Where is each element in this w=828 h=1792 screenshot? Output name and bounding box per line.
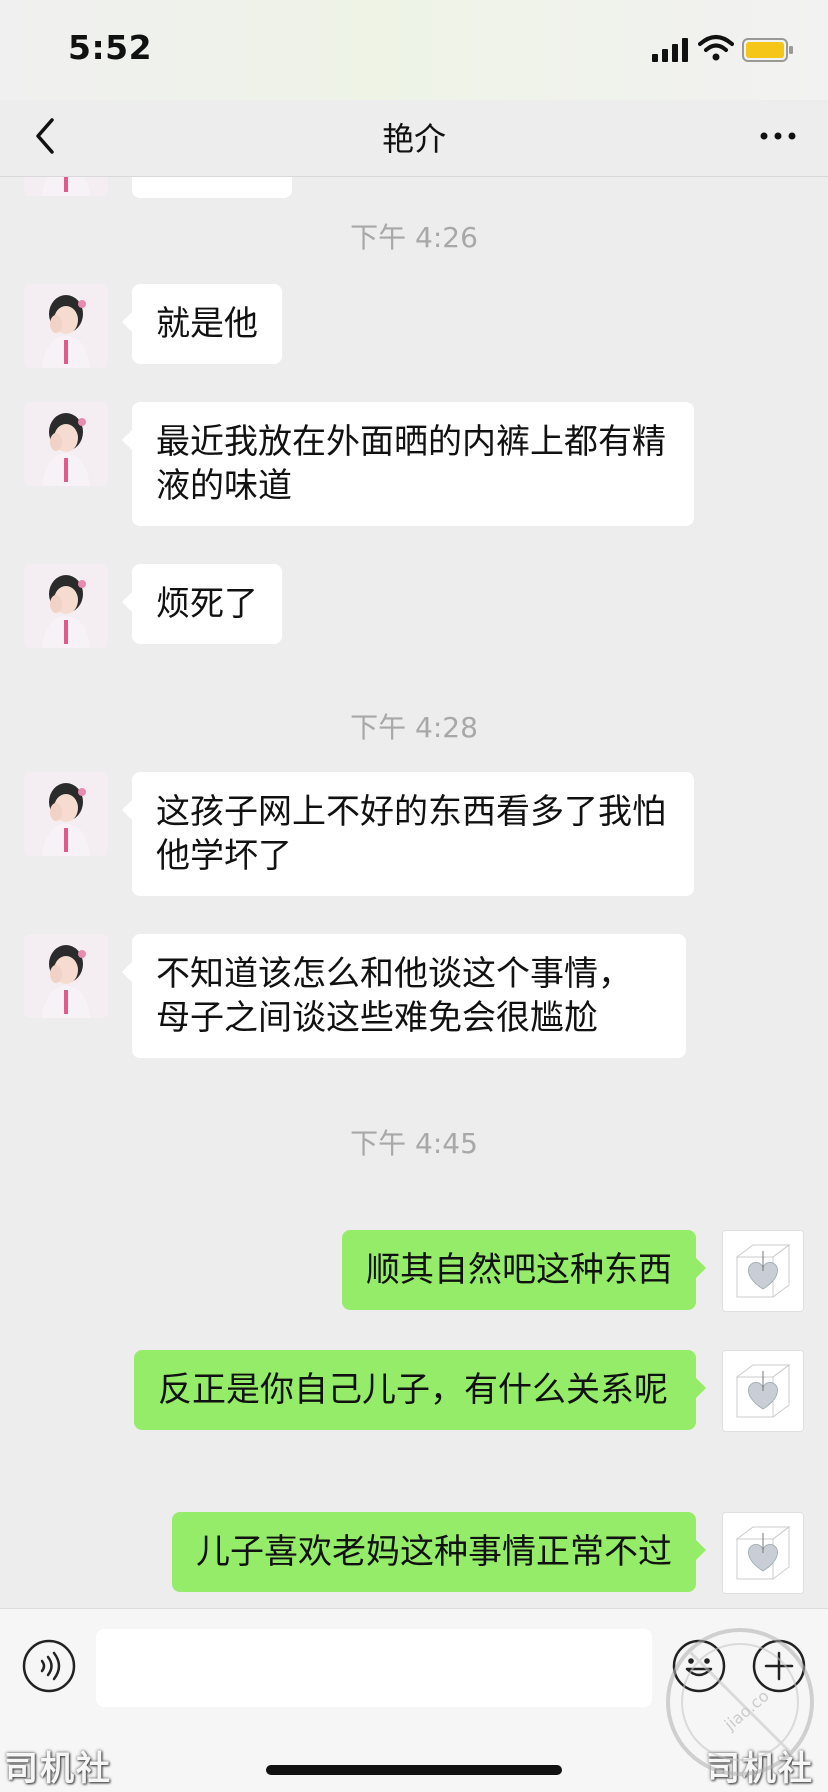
timestamp: 下午 4:28 bbox=[350, 711, 478, 744]
chat-screen: 5:52 艳介 下午 4:26 就是他 最近我放在外面晒的内裤上都有精液的味道 … bbox=[0, 0, 828, 1792]
avatar[interactable] bbox=[24, 564, 108, 648]
message-bubble-incoming[interactable]: 这孩子网上不好的东西看多了我怕他学坏了 bbox=[122, 772, 694, 896]
timestamp: 下午 4:26 bbox=[350, 221, 478, 254]
message-input[interactable] bbox=[96, 1629, 652, 1707]
avatar-woman-icon bbox=[24, 284, 108, 368]
more-icon[interactable] bbox=[756, 118, 800, 154]
avatar-woman-icon bbox=[24, 772, 108, 856]
voice-icon[interactable] bbox=[22, 1639, 76, 1693]
status-bar: 5:52 bbox=[0, 0, 828, 100]
message-bubble-incoming[interactable]: 烦死了 bbox=[122, 564, 282, 644]
nav-bar: 艳介 bbox=[0, 100, 828, 177]
avatar-woman-icon bbox=[24, 564, 108, 648]
message-bubble-incoming[interactable]: 就是他 bbox=[122, 284, 282, 364]
message-bubble-incoming[interactable] bbox=[132, 176, 292, 198]
avatar[interactable] bbox=[722, 1350, 804, 1432]
avatar-heart-cube-icon bbox=[723, 1351, 803, 1431]
message-bubble-outgoing[interactable]: 儿子喜欢老妈这种事情正常不过 bbox=[172, 1512, 706, 1592]
watermark-left: 司机社 bbox=[4, 1749, 112, 1789]
avatar-heart-cube-icon bbox=[723, 1231, 803, 1311]
battery-icon bbox=[742, 38, 793, 62]
avatar[interactable] bbox=[24, 934, 108, 1018]
avatar-woman-icon bbox=[24, 402, 108, 486]
avatar-heart-cube-icon bbox=[723, 1513, 803, 1593]
message-bubble-outgoing[interactable]: 顺其自然吧这种东西 bbox=[342, 1230, 706, 1310]
timestamp: 下午 4:45 bbox=[350, 1127, 478, 1160]
watermark-seal-icon: jiao.co bbox=[666, 1628, 814, 1776]
avatar[interactable] bbox=[722, 1512, 804, 1594]
avatar-woman-icon bbox=[24, 934, 108, 1018]
avatar[interactable] bbox=[24, 284, 108, 368]
message-bubble-outgoing[interactable]: 反正是你自己儿子，有什么关系呢 bbox=[134, 1350, 706, 1430]
signal-icon bbox=[652, 38, 688, 62]
avatar[interactable] bbox=[722, 1230, 804, 1312]
avatar[interactable] bbox=[24, 772, 108, 856]
chat-message-list[interactable]: 下午 4:26 就是他 最近我放在外面晒的内裤上都有精液的味道 烦死了 下午 4… bbox=[0, 176, 828, 1608]
message-bubble-incoming[interactable]: 不知道该怎么和他谈这个事情，母子之间谈这些难免会很尴尬 bbox=[122, 934, 686, 1058]
avatar[interactable] bbox=[24, 176, 108, 196]
avatar[interactable] bbox=[24, 402, 108, 486]
message-bubble-incoming[interactable]: 最近我放在外面晒的内裤上都有精液的味道 bbox=[122, 402, 694, 526]
status-time: 5:52 bbox=[68, 28, 153, 67]
chat-title: 艳介 bbox=[381, 120, 446, 158]
home-indicator[interactable] bbox=[266, 1765, 562, 1775]
avatar-woman-icon bbox=[24, 176, 108, 196]
wifi-icon bbox=[698, 35, 734, 61]
